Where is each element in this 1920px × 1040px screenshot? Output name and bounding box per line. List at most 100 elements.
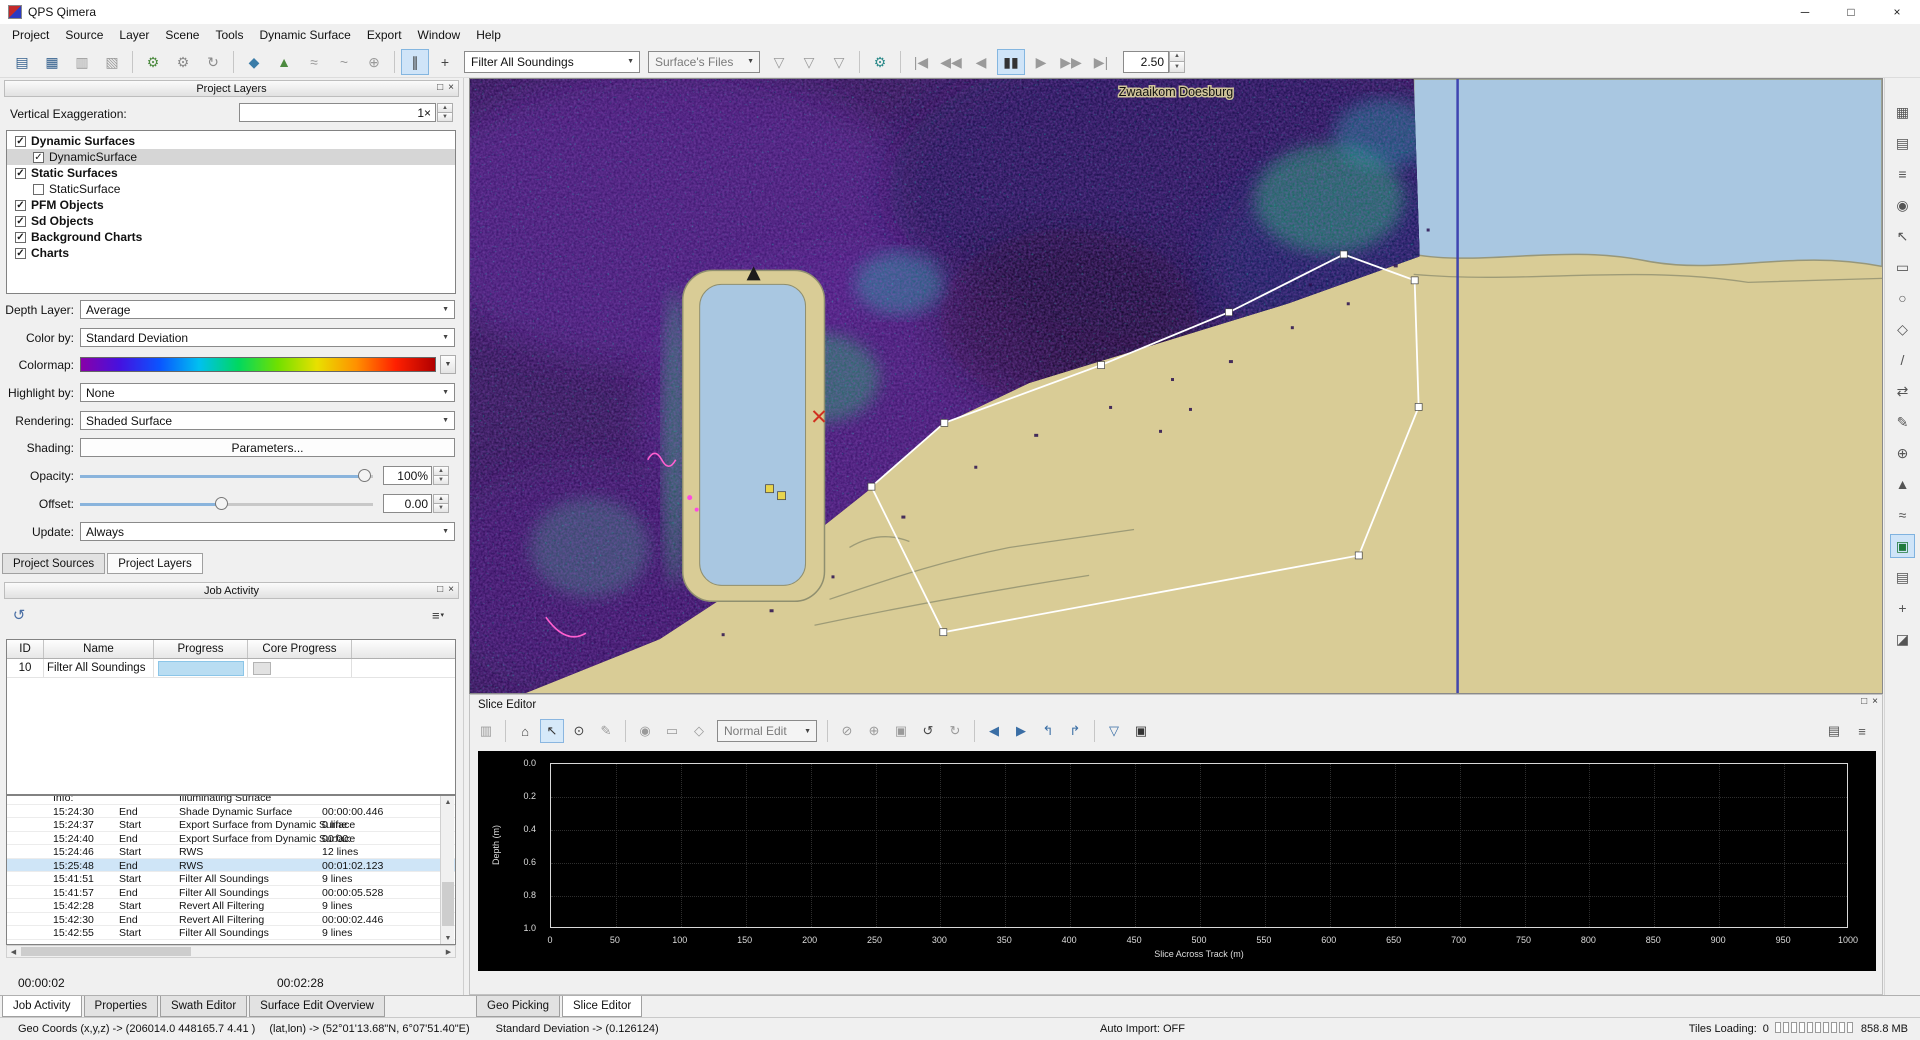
log-row[interactable]: Info:Illuminating Surface bbox=[7, 795, 455, 805]
float-panel-icon[interactable]: □ bbox=[437, 584, 443, 595]
contour-view-icon[interactable]: ≈ bbox=[1890, 503, 1915, 527]
offset-slider-handle[interactable] bbox=[215, 497, 228, 510]
menu-item-tools[interactable]: Tools bbox=[207, 25, 251, 45]
job-row[interactable]: 10Filter All Soundings bbox=[7, 659, 455, 678]
menu-item-help[interactable]: Help bbox=[468, 25, 509, 45]
fast-forward-icon[interactable]: ▶▶ bbox=[1057, 49, 1085, 75]
colormap-bar[interactable] bbox=[80, 357, 436, 372]
select-point-icon[interactable]: ◉ bbox=[633, 719, 657, 743]
tab-properties[interactable]: Properties bbox=[84, 996, 158, 1017]
play-icon[interactable]: ▶ bbox=[1027, 49, 1055, 75]
home-view-icon[interactable]: ⌂ bbox=[513, 719, 537, 743]
add-raw-sonar-files-icon[interactable]: ▤ bbox=[8, 49, 36, 75]
log-row[interactable]: 15:42:30EndRevert All Filtering00:00:02.… bbox=[7, 913, 455, 927]
pan-tool-icon[interactable]: + bbox=[1890, 596, 1915, 620]
polygon-vertex-handle[interactable] bbox=[1225, 309, 1232, 316]
lasso-select-icon[interactable]: ○ bbox=[1890, 286, 1915, 310]
svp-icon[interactable]: ≈ bbox=[300, 49, 328, 75]
depth-layer-dropdown[interactable]: Average▼ bbox=[80, 300, 455, 319]
gps-height-icon[interactable]: ⊕ bbox=[360, 49, 388, 75]
reprocess-icon[interactable]: ↻ bbox=[199, 49, 227, 75]
spin-up-icon[interactable]: ▲ bbox=[433, 494, 449, 504]
spin-up-icon[interactable]: ▲ bbox=[1169, 51, 1185, 63]
colormap-dropdown[interactable]: ▼ bbox=[440, 355, 456, 374]
rect-select-icon[interactable]: ▭ bbox=[1890, 255, 1915, 279]
spin-down-icon[interactable]: ▼ bbox=[1169, 62, 1185, 73]
tab-surface-edit-overview[interactable]: Surface Edit Overview bbox=[249, 996, 385, 1017]
slice-options-icon[interactable]: ≡ bbox=[1850, 719, 1874, 743]
menu-item-window[interactable]: Window bbox=[410, 25, 469, 45]
scroll-down-icon[interactable]: ▼ bbox=[441, 932, 455, 944]
log-horizontal-scrollbar[interactable]: ◀ ▶ bbox=[6, 945, 456, 958]
imagery-view-icon[interactable]: ▣ bbox=[1890, 534, 1915, 558]
processing-settings-icon[interactable]: ⚙ bbox=[169, 49, 197, 75]
log-row[interactable]: 15:24:37StartExport Surface from Dynamic… bbox=[7, 818, 455, 832]
chart-object-marker[interactable] bbox=[766, 485, 774, 493]
track-lines-icon[interactable]: ≡ bbox=[1890, 162, 1915, 186]
slice-tool-icon[interactable]: ∥ bbox=[401, 49, 429, 75]
opacity-spinner[interactable]: ▲▼ bbox=[433, 466, 449, 485]
polygon-vertex-handle[interactable] bbox=[1415, 403, 1422, 410]
log-row[interactable]: 15:24:30EndShade Dynamic Surface00:00:00… bbox=[7, 805, 455, 819]
view-grid-icon[interactable]: ▦ bbox=[1890, 100, 1915, 124]
undo-edit-icon[interactable]: ↺ bbox=[916, 719, 940, 743]
filter-reject-icon[interactable]: ▽ bbox=[795, 49, 823, 75]
fast-backward-icon[interactable]: ◀◀ bbox=[937, 49, 965, 75]
tab-swath-editor[interactable]: Swath Editor bbox=[160, 996, 247, 1017]
scroll-up-icon[interactable]: ▲ bbox=[441, 796, 455, 808]
rendering-dropdown[interactable]: Shaded Surface▼ bbox=[80, 411, 455, 430]
save-slice-icon[interactable]: ▥ bbox=[474, 719, 498, 743]
tab-project-sources[interactable]: Project Sources bbox=[2, 553, 105, 574]
polygon-vertex-handle[interactable] bbox=[941, 419, 948, 426]
redo-edit-icon[interactable]: ↻ bbox=[943, 719, 967, 743]
menu-item-export[interactable]: Export bbox=[359, 25, 410, 45]
column-header-progress[interactable]: Progress bbox=[154, 640, 248, 658]
slice-interval-spinner[interactable]: 2.50▲▼ bbox=[1123, 51, 1185, 73]
log-row[interactable]: 15:41:51StartFilter All Soundings9 lines bbox=[7, 872, 455, 886]
update-dropdown[interactable]: Always▼ bbox=[80, 522, 455, 541]
log-row[interactable]: 15:42:28StartRevert All Filtering9 lines bbox=[7, 899, 455, 913]
globe-tool-icon[interactable]: ⊕ bbox=[1890, 441, 1915, 465]
step-backward-icon[interactable]: ◀ bbox=[967, 49, 995, 75]
column-header-core-progress[interactable]: Core Progress bbox=[248, 640, 352, 658]
polygon-vertex-handle[interactable] bbox=[1411, 277, 1418, 284]
export-data-icon[interactable]: ▧ bbox=[98, 49, 126, 75]
column-header-name[interactable]: Name bbox=[44, 640, 154, 658]
accept-soundings-icon[interactable]: ⊕ bbox=[862, 719, 886, 743]
edit-tool-icon[interactable]: ✎ bbox=[594, 719, 618, 743]
scroll-right-icon[interactable]: ▶ bbox=[442, 946, 455, 957]
polygon-select-icon[interactable]: ◇ bbox=[1890, 317, 1915, 341]
opacity-slider-handle[interactable] bbox=[358, 469, 371, 482]
pause-icon[interactable]: ▮▮ bbox=[997, 49, 1025, 75]
tab-project-layers[interactable]: Project Layers bbox=[107, 553, 203, 574]
skip-last-icon[interactable]: ▶| bbox=[1087, 49, 1115, 75]
log-row[interactable]: 15:24:40EndExport Surface from Dynamic S… bbox=[7, 832, 455, 846]
annotate-tool-icon[interactable]: ✎ bbox=[1890, 410, 1915, 434]
reject-soundings-icon[interactable]: ⊘ bbox=[835, 719, 859, 743]
slice-filter-icon[interactable]: ▽ bbox=[1102, 719, 1126, 743]
select-polygon-icon[interactable]: ◇ bbox=[687, 719, 711, 743]
map-view[interactable]: Zwaaikom Doesburg bbox=[469, 78, 1883, 694]
spin-up-icon[interactable]: ▲ bbox=[433, 466, 449, 476]
save-project-icon[interactable]: ▥ bbox=[68, 49, 96, 75]
log-row[interactable]: 15:25:48EndRWS00:01:02.123 bbox=[7, 859, 455, 873]
select-soundings-icon[interactable]: + bbox=[431, 49, 459, 75]
scrollbar-thumb[interactable] bbox=[442, 882, 454, 926]
log-row[interactable]: 15:24:46StartRWS12 lines bbox=[7, 845, 455, 859]
restore-soundings-icon[interactable]: ▣ bbox=[889, 719, 913, 743]
select-rect-icon[interactable]: ▭ bbox=[660, 719, 684, 743]
soundings-icon[interactable]: ◉ bbox=[1890, 193, 1915, 217]
close-panel-icon[interactable]: × bbox=[1872, 696, 1878, 707]
filter-accept-icon[interactable]: ▽ bbox=[765, 49, 793, 75]
filter-settings-icon[interactable]: ⚙ bbox=[866, 49, 894, 75]
maximize-button[interactable]: □ bbox=[1828, 0, 1874, 24]
offset-spinner[interactable]: ▲▼ bbox=[433, 494, 449, 513]
slice-plot[interactable] bbox=[550, 763, 1848, 928]
auto-process-icon[interactable]: ⚙ bbox=[139, 49, 167, 75]
log-vertical-scrollbar[interactable]: ▲ ▼ bbox=[440, 796, 454, 944]
pointer-tool-icon[interactable]: ↖ bbox=[1890, 224, 1915, 248]
opacity-slider[interactable] bbox=[80, 475, 373, 478]
filter-undo-icon[interactable]: ▽ bbox=[825, 49, 853, 75]
scrollbar-thumb[interactable] bbox=[21, 947, 191, 956]
polygon-vertex-handle[interactable] bbox=[868, 483, 875, 490]
